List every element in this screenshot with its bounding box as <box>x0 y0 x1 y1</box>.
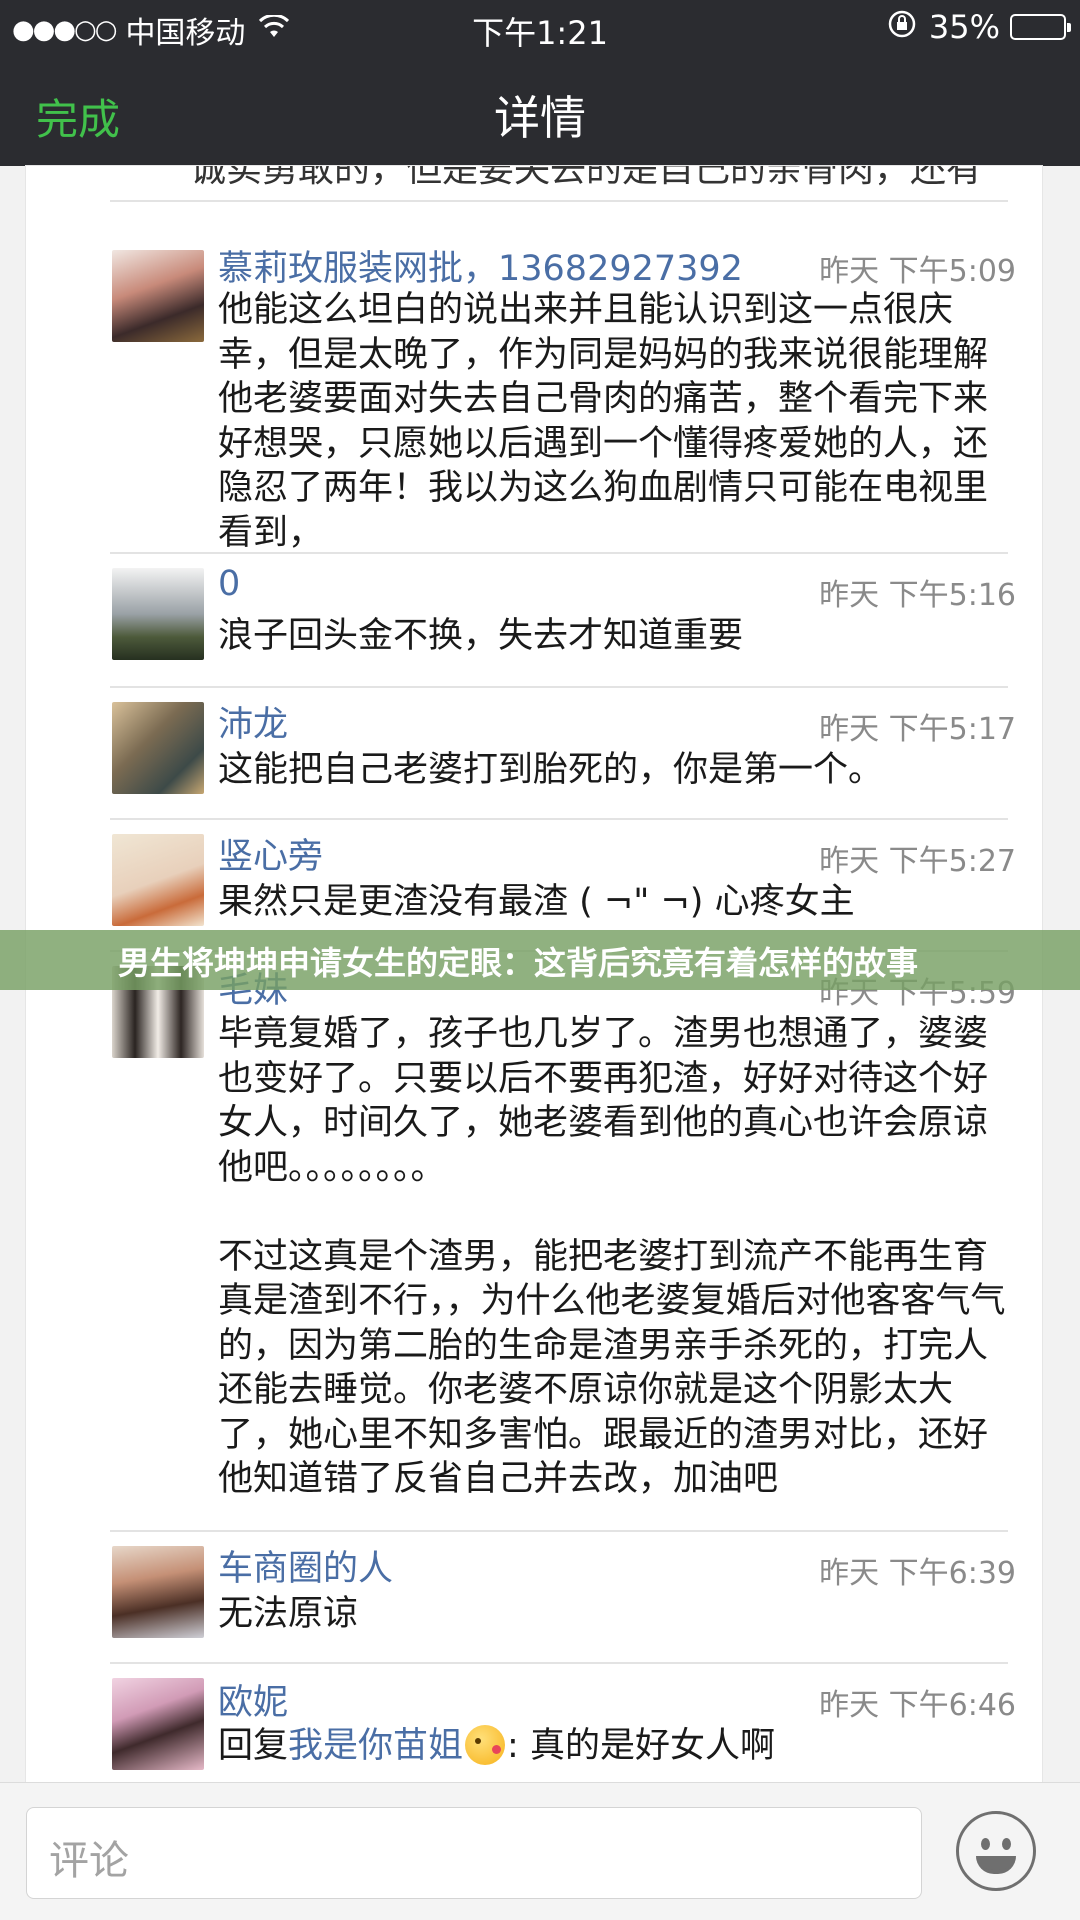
smiley-mouth <box>976 1856 1016 1874</box>
page-title: 详情 <box>494 91 586 145</box>
comment-text: 浪子回头金不换，失去才知道重要 <box>218 616 744 656</box>
avatar[interactable] <box>112 1678 204 1770</box>
comment-author[interactable]: 车商圈的人 <box>218 1540 393 1591</box>
comment-text: 果然只是更渣没有最渣 ( ¬" ¬) 心疼女主 <box>218 882 855 922</box>
avatar[interactable] <box>112 834 204 926</box>
comment-time: 昨天 下午5:17 <box>819 712 1016 747</box>
avatar[interactable] <box>112 702 204 794</box>
comment-author[interactable]: 0 <box>218 564 240 604</box>
clipped-comment-text: 诚实勇敢的，但是要失去的是自己的亲骨肉，还有 <box>190 166 983 190</box>
comment-author[interactable]: 欧妮 <box>218 1674 288 1725</box>
divider <box>110 686 1008 688</box>
comment-bar: 评论 <box>0 1782 1080 1920</box>
rotation-lock-icon <box>887 9 917 46</box>
reply-target-name[interactable]: 我是你苗姐 <box>288 1726 463 1766</box>
status-bar: ●●●○○ 中国移动 下午1:21 35% <box>0 0 1080 52</box>
avatar[interactable] <box>112 568 204 660</box>
comment-time: 昨天 下午5:27 <box>819 844 1016 879</box>
divider <box>110 200 1008 202</box>
divider <box>110 552 1008 554</box>
comment-text: 无法原谅 <box>218 1594 359 1634</box>
headline-text: 男生将坤坤申请女生的定眼：这背后究竟有着怎样的故事 <box>118 944 919 982</box>
comment-text: 毕竟复婚了，孩子也几岁了。渣男也想通了，婆婆也变好了。只要以后不要再犯渣，好好对… <box>218 1014 1006 1499</box>
comment-author[interactable]: 沛龙 <box>218 696 288 747</box>
divider <box>110 818 1008 820</box>
comment-text: 他能这么坦白的说出来并且能认识到这一点很庆幸，但是太晚了，作为同是妈妈的我来说很… <box>218 290 989 553</box>
comment-author[interactable]: 慕莉玫服装网批，13682927392 <box>218 240 743 291</box>
reply-prefix: 回复 <box>218 1726 289 1766</box>
comment-time: 昨天 下午6:39 <box>819 1556 1016 1591</box>
avatar[interactable] <box>112 250 204 342</box>
comment-author[interactable]: 竖心旁 <box>218 828 323 879</box>
emoji-smiley-icon[interactable] <box>956 1811 1036 1891</box>
comment-time: 昨天 下午5:16 <box>819 578 1016 613</box>
comment-time: 昨天 下午6:46 <box>819 1688 1016 1723</box>
battery-icon <box>1010 14 1071 40</box>
comment-text: 这能把自己老婆打到胎死的，你是第一个。 <box>218 750 884 790</box>
comment-time: 昨天 下午5:09 <box>819 254 1016 289</box>
smiley-eye <box>1002 1838 1011 1850</box>
comment-text: 回复我是你苗姐 : 真的是好女人啊 <box>218 1724 1020 1769</box>
divider <box>110 1530 1008 1532</box>
status-right: 35% <box>887 8 1071 46</box>
kiss-emoji-icon <box>465 1725 506 1765</box>
smiley-eye <box>981 1838 990 1850</box>
headline-banner: 男生将坤坤申请女生的定眼：这背后究竟有着怎样的故事 <box>0 930 1080 990</box>
comment-input[interactable]: 评论 <box>26 1807 922 1899</box>
nav-bar: 完成 详情 <box>0 52 1080 166</box>
battery-percent: 35% <box>928 8 1000 46</box>
divider <box>110 1662 1008 1664</box>
reply-text: : 真的是好女人啊 <box>507 1726 775 1766</box>
avatar[interactable] <box>112 1546 204 1638</box>
